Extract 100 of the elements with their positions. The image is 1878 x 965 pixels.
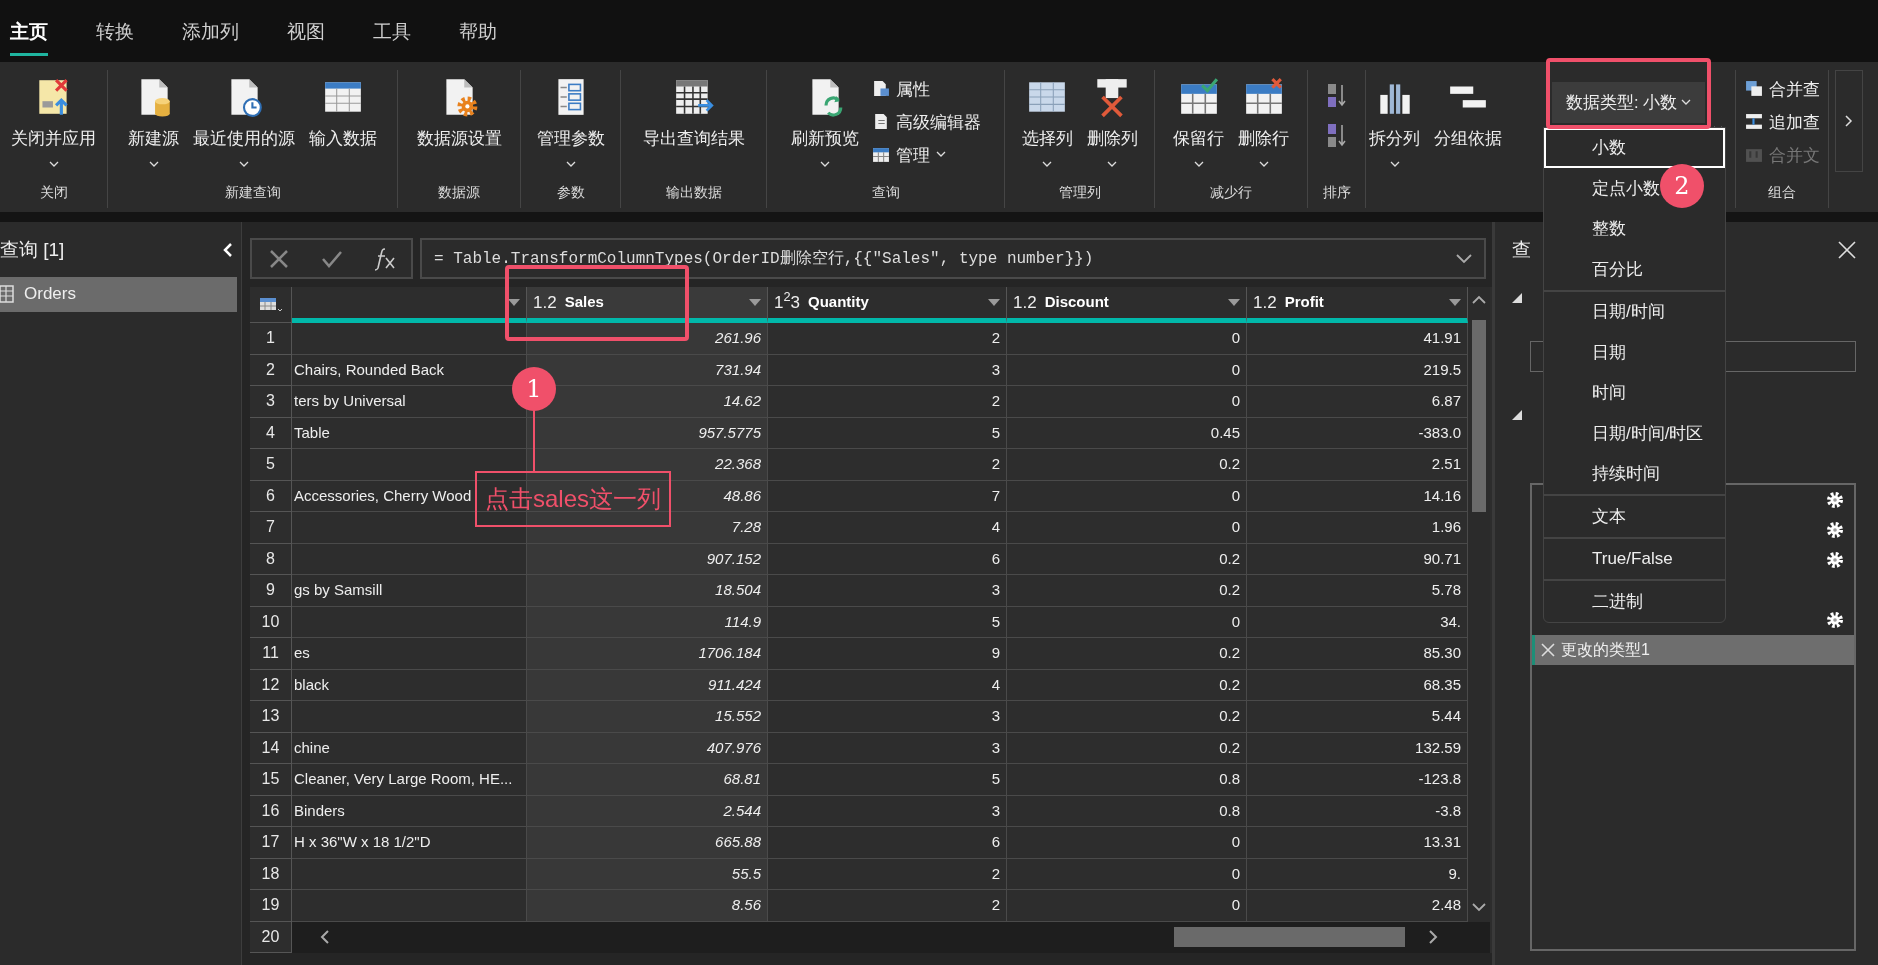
formula-field[interactable]: = Table.TransformColumnTypes(OrderID删除空行,{{"Sales", type number}}) [420,238,1486,279]
menu-tab[interactable]: 视图 [287,4,325,56]
table-cell: 4 [768,669,1007,701]
ribbon-button[interactable]: 导出查询结果 [639,74,748,153]
ribbon-button[interactable]: 输入数据 [306,74,380,153]
chevron-left-icon [223,242,233,259]
row-number: 1 [250,323,292,355]
menu-item[interactable]: 持续时间 [1544,453,1725,495]
type-button[interactable]: 1.2 [1013,289,1037,316]
filter-button[interactable] [749,298,761,307]
ribbon-button[interactable]: 属性 [870,74,983,105]
query-item[interactable]: Orders [0,276,237,312]
gear-icon [1826,550,1844,569]
row-number: 11 [250,638,292,670]
table-cell: 6 [768,827,1007,859]
ribbon-button[interactable]: 关闭并应用 [8,74,99,178]
filter-button[interactable] [1449,298,1461,307]
panel-title: 查询 [1] [0,238,65,262]
menu-item[interactable]: 二进制 [1544,581,1725,622]
menu-item[interactable]: 整数 [1544,208,1725,250]
type-button[interactable]: 1$^{2}$3 [774,289,801,316]
ribbon-button[interactable]: 高级编辑器 [870,106,983,138]
scroll-left-button[interactable] [320,929,330,946]
menu-item[interactable]: 时间 [1544,372,1725,414]
scroll-up-button[interactable] [1472,295,1486,304]
table-cell: 2 [768,858,1007,890]
table-cell: 3 [768,354,1007,386]
menu-item[interactable]: 文本 [1544,496,1725,537]
ribbon-button[interactable]: 刷新预览 [788,74,862,178]
table-cell: 2 [768,386,1007,418]
chevron-up-icon [1472,295,1486,304]
row-number: 4 [250,417,292,449]
collapse-button[interactable] [223,242,233,259]
menu-tab[interactable]: 帮助 [459,4,497,56]
ribbon-button[interactable]: 删除行 [1235,74,1292,178]
type-button[interactable]: 1.2 [1253,289,1277,316]
chevron-down-icon [1456,253,1472,264]
table-cell: 1706.184 [527,638,768,670]
table-cell: 2 [768,890,1007,922]
filter-button[interactable] [988,298,1000,307]
table-cell: 0.8 [1007,764,1247,796]
menu-item[interactable]: 日期 [1544,332,1725,373]
formula-button[interactable] [267,247,290,270]
table-cell: 18.504 [527,575,768,607]
ribbon-button[interactable]: 新建源 [125,74,182,178]
gear-icon [1826,490,1844,509]
expand-formula-button[interactable] [1456,253,1472,264]
annotation-callout: 点击sales这一列 [475,471,672,527]
table-cell: 3 [768,701,1007,733]
filter-button[interactable] [508,298,520,307]
ribbon-button[interactable]: 保留行 [1170,74,1227,178]
collapse-triangle-icon [1512,409,1522,420]
scroll-down-button[interactable] [1472,902,1486,912]
menu-tab[interactable]: 主页 [10,4,48,56]
applied-step[interactable]: 更改的类型1 [1532,634,1854,665]
menu-tab[interactable]: 工具 [373,4,411,56]
gear-icon [1826,610,1844,629]
close-button[interactable] [1838,241,1856,260]
table-cell: 114.9 [527,606,768,638]
column-header[interactable]: 1.2 Sales [527,287,768,323]
group-label: 新建查询 [223,183,282,202]
column-header[interactable]: 1.2 Profit [1247,287,1468,323]
ribbon-button[interactable]: 拆分列 [1366,74,1423,178]
scrollbar-thumb[interactable] [1472,320,1486,512]
ribbon-button[interactable]: 分组依据 [1431,74,1505,153]
ribbon-button[interactable]: 最近使用的源 [190,74,298,178]
ribbon-button[interactable]: 数据源设置 [413,74,505,153]
menu-tab[interactable]: 添加列 [182,4,239,56]
ribbon-button[interactable]: 追加查 [1742,106,1822,138]
scroll-right-button[interactable] [1428,929,1438,946]
function-icon [373,246,396,271]
ribbon-button[interactable]: 删除列 [1083,74,1141,178]
table-cell: 9 [768,638,1007,670]
table-cell: 2 [768,449,1007,481]
row-number: 7 [250,512,292,544]
document-icon [872,113,890,132]
column-header[interactable] [292,287,527,323]
type-button[interactable]: 1.2 [533,289,557,316]
scrollbar-thumb[interactable] [1174,927,1405,948]
ribbon-button[interactable]: 选择列 [1018,74,1076,178]
ribbon-button[interactable]: 管理参数 [533,74,608,178]
chevron-right-icon [1428,929,1438,946]
table-cell: 0 [1007,323,1247,355]
column-header[interactable]: 1.2 Discount [1007,287,1247,323]
column-name: Discount [1044,292,1110,313]
table-menu-button[interactable] [250,287,292,323]
data-type-dropdown[interactable]: 数据类型: 小数 [1552,82,1706,123]
menu-item[interactable]: 日期/时间/时区 [1544,413,1725,454]
menu-tab[interactable]: 转换 [96,4,134,56]
sort-ascending-icon [1325,83,1348,109]
filter-button[interactable] [1228,298,1240,307]
table-cell: 907.152 [527,543,768,575]
menu-item[interactable]: 日期/时间 [1544,291,1725,333]
menu-item[interactable]: 百分比 [1544,249,1725,290]
ribbon-button[interactable]: 管理 [870,139,983,171]
column-header[interactable]: 1$^{2}$3 Quantity [768,287,1007,323]
menu-item[interactable]: True/False [1544,538,1725,580]
merge-icon [1744,80,1763,99]
insert-function-button[interactable] [373,246,396,271]
ribbon-button[interactable]: 合并查 [1742,74,1822,105]
